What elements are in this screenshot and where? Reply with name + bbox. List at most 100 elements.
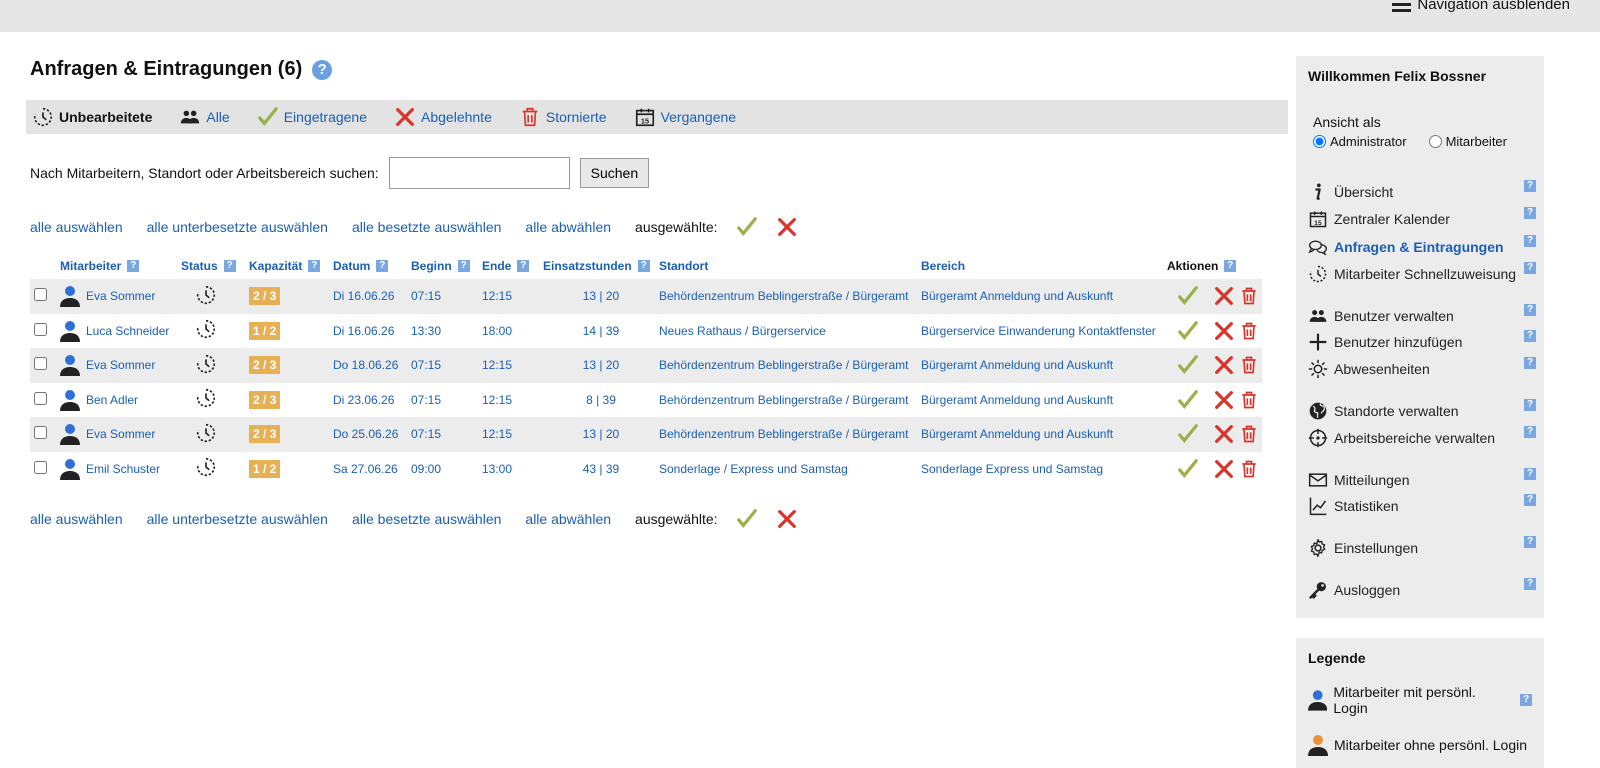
delete-button[interactable] [1239,389,1259,411]
search-input[interactable] [388,157,570,189]
tab-unbearbeitete[interactable]: Unbearbeitete [32,106,152,128]
row-checkbox[interactable] [34,460,47,474]
help-icon[interactable]: ? [1224,260,1237,273]
sidebar-item-6[interactable]: Benutzer hinzufügen? [1308,330,1536,354]
location-link[interactable]: Behördenzentrum Beblingerstraße / Bürger… [659,358,908,372]
accept-button[interactable] [1177,285,1199,307]
help-icon[interactable]: ? [308,260,321,273]
end-time-link[interactable]: 12:15 [482,289,512,303]
tab-stornierte[interactable]: Stornierte [519,106,607,128]
role-employee-radio[interactable] [1428,135,1442,148]
sidebar-item-2[interactable]: 15 Zentraler Kalender? [1308,207,1536,231]
tab-abgelehnte[interactable]: Abgelehnte [394,106,492,128]
area-link[interactable]: Bürgerservice Einwanderung Kontaktfenste… [921,324,1156,338]
end-time-link[interactable]: 18:00 [482,324,512,338]
area-link[interactable]: Bürgeramt Anmeldung und Auskunft [921,358,1113,372]
accept-button[interactable] [1177,423,1199,445]
start-time-link[interactable]: 09:00 [411,462,441,476]
delete-button[interactable] [1239,285,1259,307]
end-time-link[interactable]: 12:15 [482,393,512,407]
start-time-link[interactable]: 07:15 [411,289,441,303]
location-link[interactable]: Neues Rathaus / Bürgerservice [659,324,826,338]
area-link[interactable]: Bürgeramt Anmeldung und Auskunft [921,393,1113,407]
sidebar-item-3[interactable]: Anfragen & Eintragungen? [1308,235,1536,259]
sidebar-item-5[interactable]: Benutzer verwalten? [1308,304,1536,328]
delete-button[interactable] [1239,354,1259,376]
accept-button[interactable] [1177,320,1199,342]
location-link[interactable]: Behördenzentrum Beblingerstraße / Bürger… [659,289,908,303]
role-admin-radio[interactable] [1313,135,1326,148]
reject-selected-button[interactable] [776,508,798,530]
help-icon[interactable]: ? [223,260,236,273]
help-icon[interactable]: ? [1524,578,1536,590]
date-link[interactable]: Di 16.06.26 [333,289,394,303]
header-hours[interactable]: Einsatzstunden? [543,252,659,279]
header-location[interactable]: Standort [659,252,921,279]
row-checkbox[interactable] [34,288,47,302]
row-checkbox[interactable] [34,357,47,371]
date-link[interactable]: Do 18.06.26 [333,358,398,372]
date-link[interactable]: Di 16.06.26 [333,324,394,338]
help-icon[interactable]: ? [1524,426,1536,438]
employee-link[interactable]: Eva Sommer [86,289,155,303]
select-all-link[interactable]: alle auswählen [30,511,123,527]
help-icon[interactable]: ? [127,260,140,273]
delete-button[interactable] [1239,320,1259,342]
help-icon[interactable]: ? [1524,494,1536,506]
reject-button[interactable] [1213,458,1235,480]
help-icon[interactable]: ? [1524,235,1536,247]
accept-selected-button[interactable] [736,216,758,238]
header-capacity[interactable]: Kapazität? [249,252,333,279]
help-icon[interactable]: ? [517,260,530,273]
help-icon[interactable]: ? [1524,180,1536,192]
header-end[interactable]: Ende? [482,252,543,279]
area-link[interactable]: Bürgeramt Anmeldung und Auskunft [921,289,1113,303]
header-date[interactable]: Datum? [333,252,411,279]
help-icon[interactable]: ? [457,260,470,273]
location-link[interactable]: Sonderlage / Express und Samstag [659,462,848,476]
row-checkbox[interactable] [34,322,47,336]
select-understaffed-link[interactable]: alle unterbesetzte auswählen [147,511,328,527]
employee-link[interactable]: Ben Adler [86,393,138,407]
start-time-link[interactable]: 13:30 [411,324,441,338]
start-time-link[interactable]: 07:15 [411,358,441,372]
reject-selected-button[interactable] [776,216,798,238]
tab-alle[interactable]: Alle [179,106,230,128]
end-time-link[interactable]: 12:15 [482,427,512,441]
start-time-link[interactable]: 07:15 [411,393,441,407]
select-staffed-link[interactable]: alle besetzte auswählen [352,511,501,527]
help-icon[interactable]: ? [1524,304,1536,316]
reject-button[interactable] [1213,389,1235,411]
accept-button[interactable] [1177,354,1199,376]
date-link[interactable]: Sa 27.06.26 [333,462,398,476]
deselect-all-link[interactable]: alle abwählen [525,219,611,235]
area-link[interactable]: Bürgeramt Anmeldung und Auskunft [921,427,1113,441]
reject-button[interactable] [1213,423,1235,445]
help-icon[interactable]: ? [1524,399,1536,411]
header-status[interactable]: Status? [181,252,249,279]
sidebar-item-1[interactable]: Übersicht? [1308,180,1536,204]
location-link[interactable]: Behördenzentrum Beblingerstraße / Bürger… [659,427,908,441]
select-all-link[interactable]: alle auswählen [30,219,123,235]
row-checkbox[interactable] [34,426,47,440]
date-link[interactable]: Di 23.06.26 [333,393,394,407]
help-icon[interactable]: ? [1524,207,1536,219]
header-area[interactable]: Bereich [921,252,1167,279]
sidebar-item-7[interactable]: Abwesenheiten? [1308,357,1536,381]
help-icon[interactable]: ? [1520,694,1532,706]
role-admin-option[interactable]: Administrator [1313,134,1407,149]
help-icon[interactable]: ? [1524,468,1536,480]
role-employee-option[interactable]: Mitarbeiter [1428,134,1507,149]
select-understaffed-link[interactable]: alle unterbesetzte auswählen [147,219,328,235]
sidebar-item-8[interactable]: Standorte verwalten? [1308,399,1536,423]
area-link[interactable]: Sonderlage Express und Samstag [921,462,1103,476]
sidebar-item-4[interactable]: Mitarbeiter Schnellzuweisung? [1308,262,1536,286]
employee-link[interactable]: Eva Sommer [86,427,155,441]
help-icon[interactable]: ? [637,260,650,273]
end-time-link[interactable]: 12:15 [482,358,512,372]
header-start[interactable]: Beginn? [411,252,482,279]
tab-vergangene[interactable]: 15 Vergangene [634,106,736,128]
employee-link[interactable]: Luca Schneider [86,324,169,338]
sidebar-item-12[interactable]: Einstellungen? [1308,536,1536,560]
search-button[interactable]: Suchen [579,158,650,188]
